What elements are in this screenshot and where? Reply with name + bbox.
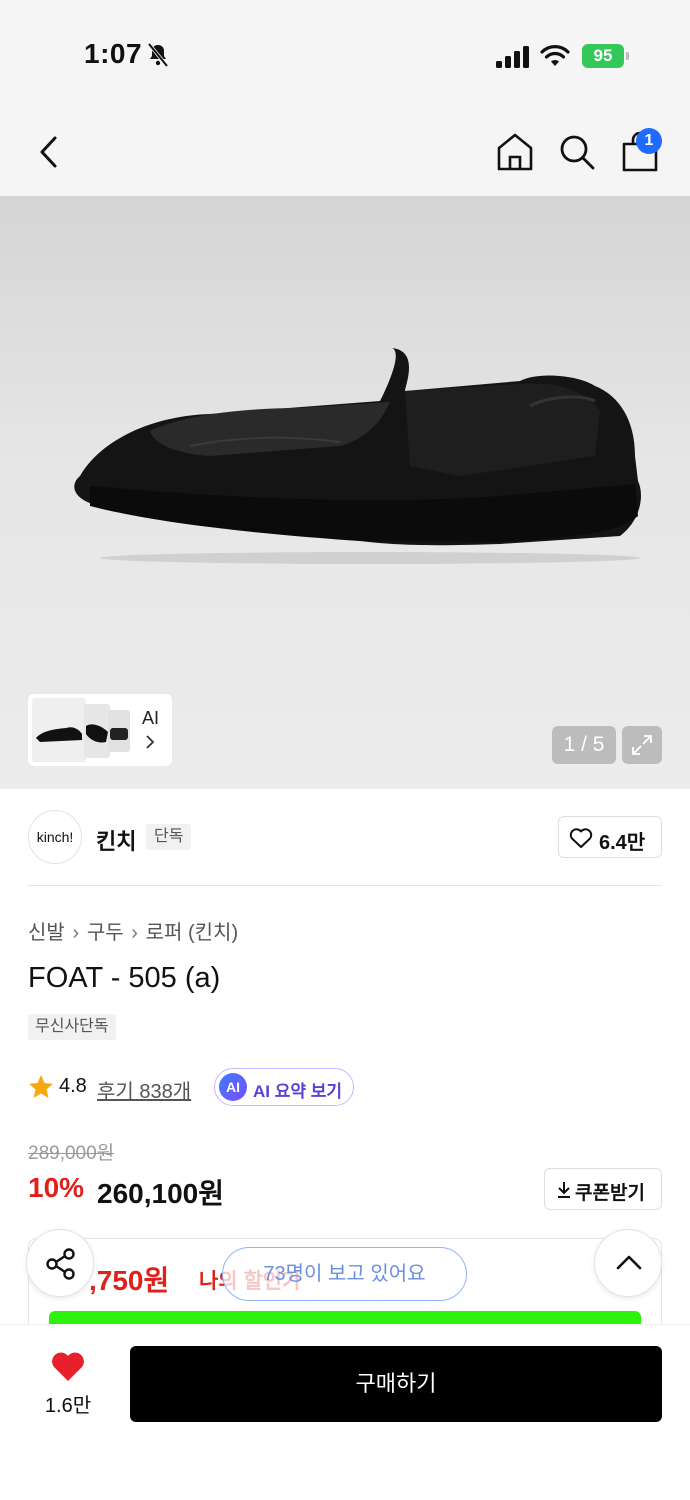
signal-icon — [496, 46, 529, 68]
share-button[interactable] — [26, 1229, 94, 1297]
brand-name[interactable]: 킨치 — [96, 824, 136, 856]
viewers-toast: 73명이 보고 있어요 — [222, 1247, 467, 1301]
thumbnail-1[interactable] — [32, 698, 86, 762]
heart-outline-icon — [569, 828, 593, 848]
ai-summary-label: AI 요약 보기 — [253, 1082, 343, 1101]
divider — [28, 885, 662, 886]
rating-value: 4.8 — [59, 1075, 87, 1097]
expand-icon — [632, 735, 652, 755]
expand-button[interactable] — [622, 726, 662, 764]
bell-slash-icon — [147, 42, 169, 68]
breadcrumb-separator-icon: › — [131, 922, 138, 944]
breadcrumb-separator-icon: › — [72, 922, 80, 944]
ai-summary-button[interactable]: AI AI 요약 보기 — [214, 1068, 354, 1106]
breadcrumb: 신발 › 구두 › 로퍼 (킨치) — [28, 916, 238, 945]
breadcrumb-item[interactable]: 신발 — [28, 922, 65, 944]
image-pager: 1 / 5 — [552, 726, 616, 764]
share-icon — [46, 1248, 75, 1280]
chevron-right-icon — [146, 735, 155, 749]
product-title: FOAT - 505 (a) — [28, 962, 221, 994]
bottom-purchase-bar: 1.6만 구매하기 — [0, 1324, 690, 1500]
search-icon[interactable] — [556, 130, 598, 174]
product-image — [74, 348, 641, 564]
heart-filled-icon[interactable] — [50, 1351, 86, 1383]
battery-icon: 95 — [582, 44, 630, 68]
rating-row: 4.8 후기 838개 AI AI 요약 보기 — [28, 1068, 428, 1106]
brand-like-button[interactable]: 6.4만 — [558, 816, 662, 858]
status-time: 1:07 — [84, 38, 143, 69]
original-price: 289,000원 — [28, 1143, 115, 1164]
coupon-button-label: 쿠폰받기 — [575, 1183, 645, 1204]
ai-label: AI — [142, 708, 160, 728]
status-bar: 1:07 95 — [0, 0, 690, 110]
top-nav — [0, 110, 690, 196]
reviews-link[interactable]: 후기 838개 — [97, 1075, 191, 1104]
battery-level: 95 — [582, 44, 624, 68]
product-image-gallery[interactable]: AI 1 / 5 — [0, 196, 690, 789]
brand-like-count: 6.4만 — [599, 832, 646, 854]
cart-count-badge: 1 — [636, 128, 662, 154]
ai-thumbnail-strip[interactable]: AI — [28, 694, 172, 766]
buy-button[interactable]: 구매하기 — [130, 1346, 662, 1422]
discount-rate: 10% — [28, 1172, 85, 1203]
sale-price: 260,100원 — [97, 1178, 224, 1209]
coupon-button[interactable]: 쿠폰받기 — [544, 1168, 662, 1210]
scroll-top-button[interactable] — [594, 1229, 662, 1297]
my-discount-price: ,750원 — [89, 1265, 170, 1296]
thumbnail-2[interactable] — [84, 704, 110, 758]
breadcrumb-item[interactable]: 로퍼 (킨치) — [146, 922, 238, 944]
download-icon — [558, 1182, 570, 1198]
chevron-up-icon — [616, 1255, 642, 1270]
wish-count: 1.6만 — [44, 1395, 92, 1417]
thumbnail-3[interactable] — [108, 710, 130, 752]
ai-badge-icon: AI — [219, 1073, 247, 1101]
brand-logo[interactable]: kinch! — [28, 810, 82, 864]
wifi-icon — [540, 45, 570, 66]
back-chevron-icon[interactable] — [30, 130, 70, 174]
breadcrumb-item[interactable]: 구두 — [87, 922, 124, 944]
home-icon[interactable] — [494, 130, 536, 174]
brand-exclusive-tag: 단독 — [146, 824, 192, 850]
star-icon — [29, 1075, 53, 1098]
exclusive-badge: 무신사단독 — [28, 1014, 116, 1040]
